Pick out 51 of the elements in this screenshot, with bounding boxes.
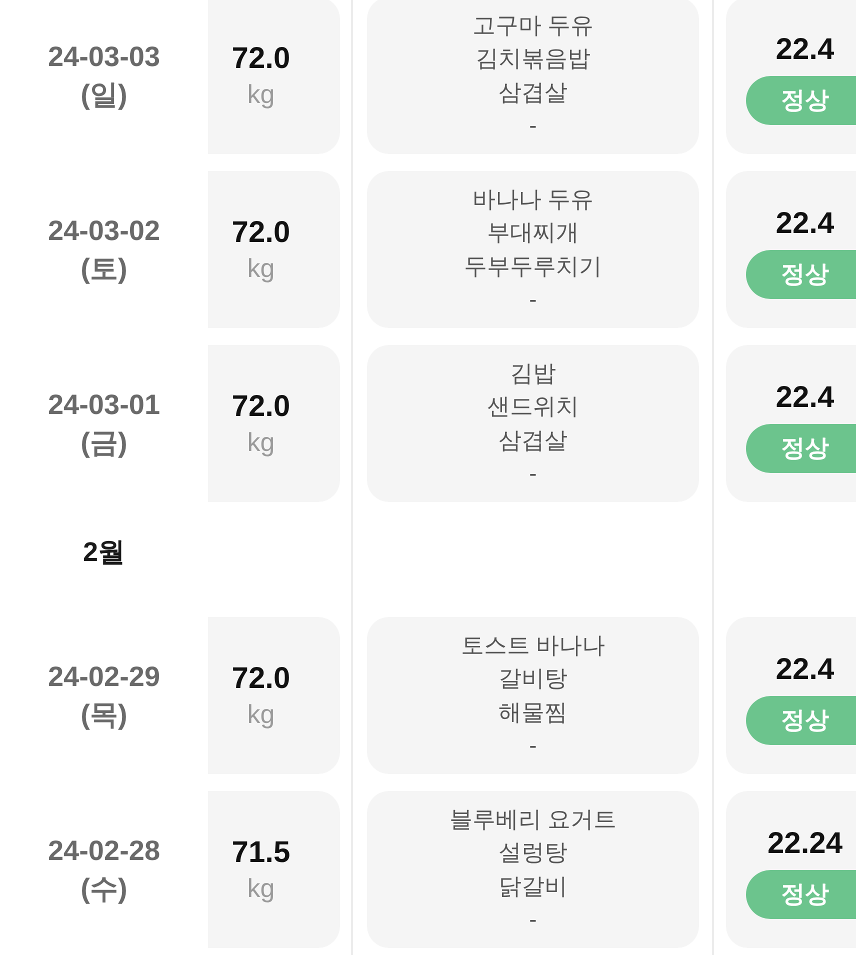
weekday-text: (일) (80, 78, 128, 112)
meal-text: 부대찌개 (487, 218, 579, 247)
bmi-value: 22.24 (766, 826, 844, 862)
meal-text: 두부두루치기 (464, 252, 602, 280)
bmi-value: 22.4 (774, 652, 836, 688)
meal-text: - (529, 111, 537, 140)
date-text: 24-03-03 (48, 40, 160, 74)
meal-text: 해물찜 (498, 698, 568, 726)
meal-text: 바나나 두유 (472, 184, 594, 214)
meal-text: - (529, 731, 537, 760)
weight-value: 71.5 (232, 834, 290, 870)
meal-text: 닭갈비 (498, 872, 568, 900)
weight-unit: kg (247, 426, 275, 458)
weekday-text: (수) (80, 872, 128, 906)
weekday-text: (금) (80, 426, 128, 460)
bmi-status-badge: 정상 (746, 696, 856, 744)
weight-unit: kg (247, 78, 275, 110)
bmi-status-badge: 정상 (746, 76, 856, 124)
weight-value: 72.0 (232, 40, 290, 76)
bmi-status-badge: 정상 (746, 424, 856, 472)
meal-text: 고구마 두유 (472, 10, 594, 40)
weight-value: 72.0 (232, 214, 290, 250)
bmi-status-badge: 정상 (746, 250, 856, 298)
bmi-status-badge: 정상 (746, 870, 856, 918)
date-text: 24-02-29 (48, 660, 160, 694)
meal-text: 김치볶음밥 (476, 44, 590, 73)
weekday-text: (토) (80, 252, 128, 286)
bmi-value: 22.4 (774, 380, 836, 416)
date-text: 24-03-01 (48, 388, 160, 422)
bmi-value: 22.4 (774, 32, 836, 68)
weight-unit: kg (247, 872, 275, 904)
meal-text: 설렁탕 (498, 838, 568, 867)
month-heading: 2월 (82, 536, 126, 569)
date-text: 24-03-02 (48, 214, 160, 248)
weight-unit: kg (247, 252, 275, 284)
meal-text: 삼겹살 (498, 426, 568, 454)
meal-text: 샌드위치 (487, 392, 579, 421)
meal-text: 토스트 바나나 (460, 630, 606, 660)
weight-unit: kg (247, 698, 275, 730)
meal-text: 삼겹살 (498, 78, 568, 106)
bmi-value: 22.4 (774, 206, 836, 242)
meal-text: - (529, 905, 537, 934)
weight-value: 72.0 (232, 388, 290, 424)
date-text: 24-02-28 (48, 834, 160, 868)
meal-text: - (529, 285, 537, 314)
meal-text: 블루베리 요거트 (449, 804, 617, 834)
meal-text: 갈비탕 (498, 664, 568, 693)
meal-text: 김밥 (510, 358, 556, 388)
meal-text: - (529, 459, 537, 488)
weekday-text: (목) (80, 698, 128, 732)
weight-value: 72.0 (232, 660, 290, 696)
